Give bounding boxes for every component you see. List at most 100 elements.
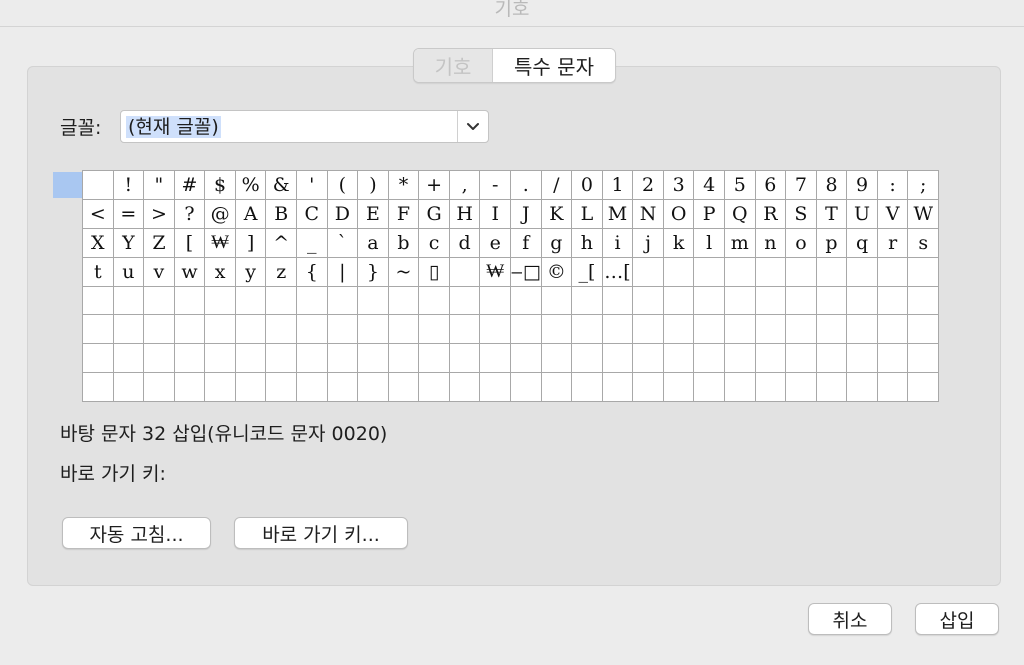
character-cell[interactable]: , xyxy=(449,171,481,200)
character-cell[interactable]: s xyxy=(908,228,939,258)
character-cell[interactable]: x xyxy=(205,257,236,287)
character-cell[interactable]: J xyxy=(510,199,542,229)
tab-special-characters[interactable]: 특수 문자 xyxy=(493,49,615,82)
character-cell[interactable]: - xyxy=(480,171,511,200)
character-cell[interactable] xyxy=(724,257,756,287)
character-cell[interactable] xyxy=(510,344,542,374)
character-cell[interactable]: n xyxy=(755,228,787,258)
character-cell[interactable] xyxy=(908,373,939,402)
character-cell[interactable] xyxy=(541,373,573,402)
character-cell[interactable]: 2 xyxy=(633,171,664,200)
character-cell[interactable]: . xyxy=(510,171,542,200)
character-cell[interactable] xyxy=(419,286,450,316)
character-cell[interactable]: / xyxy=(541,171,573,200)
character-cell[interactable] xyxy=(174,373,206,402)
character-cell[interactable] xyxy=(266,373,297,402)
character-cell[interactable]: 6 xyxy=(755,171,787,200)
character-cell[interactable]: & xyxy=(266,171,297,200)
character-cell[interactable]: _ xyxy=(296,228,328,258)
character-cell[interactable] xyxy=(358,286,389,316)
character-cell[interactable]: ; xyxy=(908,171,939,200)
character-cell[interactable] xyxy=(816,315,848,345)
character-cell[interactable]: N xyxy=(633,199,664,229)
character-cell[interactable]: ! xyxy=(113,171,145,200)
character-cell[interactable] xyxy=(419,373,450,402)
character-cell[interactable] xyxy=(663,286,695,316)
character-cell[interactable] xyxy=(755,286,787,316)
character-cell[interactable]: # xyxy=(174,171,206,200)
character-cell[interactable]: E xyxy=(358,199,389,229)
character-cell[interactable] xyxy=(327,315,359,345)
character-cell[interactable]: e xyxy=(480,228,511,258)
character-cell[interactable] xyxy=(144,315,175,345)
character-cell[interactable]: Y xyxy=(113,228,145,258)
character-cell[interactable]: …[ xyxy=(602,257,634,287)
font-dropdown[interactable]: (현재 글꼴) xyxy=(120,110,489,143)
character-cell[interactable] xyxy=(724,373,756,402)
character-cell[interactable] xyxy=(174,344,206,374)
character-cell[interactable] xyxy=(694,286,725,316)
character-cell[interactable] xyxy=(755,373,787,402)
character-cell[interactable]: + xyxy=(419,171,450,200)
character-cell[interactable]: * xyxy=(388,171,420,200)
character-cell[interactable]: d xyxy=(449,228,481,258)
autocorrect-button[interactable]: 자동 고침... xyxy=(62,517,211,549)
character-cell[interactable]: % xyxy=(235,171,267,200)
character-cell[interactable]: U xyxy=(847,199,878,229)
character-cell[interactable] xyxy=(144,286,175,316)
character-cell[interactable] xyxy=(235,286,267,316)
character-cell[interactable] xyxy=(908,286,939,316)
character-cell[interactable] xyxy=(358,344,389,374)
character-cell[interactable]: c xyxy=(419,228,450,258)
character-cell[interactable]: r xyxy=(877,228,909,258)
character-cell[interactable] xyxy=(113,344,145,374)
character-cell[interactable] xyxy=(144,344,175,374)
character-cell[interactable] xyxy=(633,344,664,374)
character-cell[interactable] xyxy=(816,344,848,374)
character-cell[interactable] xyxy=(449,373,481,402)
character-cell[interactable]: b xyxy=(388,228,420,258)
character-cell[interactable] xyxy=(327,373,359,402)
character-cell[interactable]: w xyxy=(174,257,206,287)
character-cell[interactable] xyxy=(786,344,817,374)
character-cell[interactable] xyxy=(205,373,236,402)
character-cell[interactable] xyxy=(602,344,634,374)
character-cell[interactable] xyxy=(388,373,420,402)
character-cell[interactable] xyxy=(663,373,695,402)
character-cell[interactable] xyxy=(755,344,787,374)
character-cell[interactable] xyxy=(572,344,603,374)
character-cell[interactable]: " xyxy=(144,171,175,200)
character-cell[interactable]: T xyxy=(816,199,848,229)
character-cell[interactable]: ₩ xyxy=(480,257,511,287)
character-cell[interactable]: K xyxy=(541,199,573,229)
character-cell[interactable]: ^ xyxy=(266,228,297,258)
character-cell[interactable]: Z xyxy=(144,228,175,258)
character-cell[interactable]: q xyxy=(847,228,878,258)
character-cell[interactable] xyxy=(786,257,817,287)
character-cell[interactable]: 5 xyxy=(724,171,756,200)
character-cell[interactable] xyxy=(908,315,939,345)
character-cell[interactable] xyxy=(786,286,817,316)
character-cell[interactable] xyxy=(510,315,542,345)
character-cell[interactable] xyxy=(296,315,328,345)
character-cell[interactable] xyxy=(449,257,481,287)
character-cell[interactable] xyxy=(572,315,603,345)
character-cell[interactable]: h xyxy=(572,228,603,258)
character-cell[interactable] xyxy=(144,373,175,402)
character-cell[interactable]: _[ xyxy=(572,257,603,287)
character-cell[interactable] xyxy=(602,373,634,402)
character-cell[interactable]: ‒□ xyxy=(510,257,542,287)
character-cell[interactable] xyxy=(296,286,328,316)
character-cell[interactable] xyxy=(235,315,267,345)
character-cell[interactable] xyxy=(541,344,573,374)
character-cell[interactable] xyxy=(480,344,511,374)
character-cell[interactable] xyxy=(83,344,114,374)
character-cell[interactable]: A xyxy=(235,199,267,229)
character-cell[interactable] xyxy=(572,373,603,402)
character-cell[interactable] xyxy=(205,315,236,345)
character-cell[interactable] xyxy=(296,373,328,402)
character-cell[interactable] xyxy=(877,286,909,316)
character-cell[interactable] xyxy=(449,315,481,345)
character-cell[interactable]: k xyxy=(663,228,695,258)
character-cell[interactable] xyxy=(541,315,573,345)
